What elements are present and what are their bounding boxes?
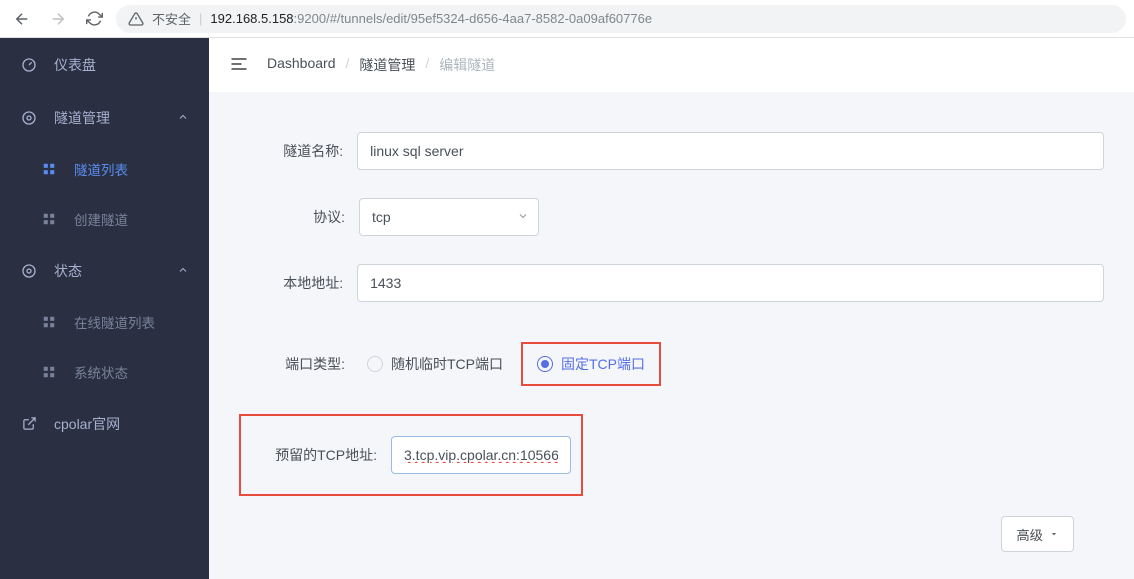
advanced-label: 高级 [1016, 525, 1043, 544]
radio-label: 随机临时TCP端口 [391, 354, 503, 374]
sidebar-item-tunnel-list[interactable]: 隧道列表 [0, 144, 209, 194]
breadcrumb: Dashboard / 隧道管理 / 编辑隧道 [267, 55, 495, 75]
radio-label: 固定TCP端口 [561, 354, 645, 374]
caret-down-icon [1049, 529, 1059, 539]
sidebar-item-label: 隧道列表 [74, 159, 128, 179]
forward-button[interactable] [44, 5, 72, 33]
local-addr-input[interactable] [357, 264, 1104, 302]
sidebar-item-system-status[interactable]: 系统状态 [0, 347, 209, 397]
sidebar-item-online-tunnels[interactable]: 在线隧道列表 [0, 297, 209, 347]
advanced-button[interactable]: 高级 [1001, 516, 1074, 552]
sidebar-item-create-tunnel[interactable]: 创建隧道 [0, 194, 209, 244]
port-type-fixed-radio[interactable]: 固定TCP端口 [529, 350, 653, 378]
sidebar-item-dashboard[interactable]: 仪表盘 [0, 38, 209, 91]
chevron-up-icon [177, 263, 189, 279]
sidebar-item-label: 仪表盘 [54, 55, 96, 75]
tunnel-name-input[interactable] [357, 132, 1104, 170]
insecure-label: 不安全 [152, 9, 191, 28]
breadcrumb-item[interactable]: 隧道管理 [359, 55, 415, 75]
grid-icon [40, 162, 58, 176]
port-type-random-radio[interactable]: 随机临时TCP端口 [359, 350, 511, 378]
url-path: :9200/#/tunnels/edit/95ef5324-d656-4aa7-… [294, 11, 653, 26]
topbar: Dashboard / 隧道管理 / 编辑隧道 [209, 38, 1134, 92]
protocol-select[interactable] [359, 198, 539, 236]
sidebar-item-label: 状态 [54, 261, 82, 281]
breadcrumb-item[interactable]: Dashboard [267, 55, 336, 75]
local-addr-label: 本地地址: [239, 273, 357, 293]
sidebar-item-label: 系统状态 [74, 362, 128, 382]
tunnel-icon [20, 110, 38, 126]
sidebar-item-label: 在线隧道列表 [74, 312, 155, 332]
main-content: Dashboard / 隧道管理 / 编辑隧道 隧道名称: 协议: [209, 38, 1134, 579]
grid-icon [40, 315, 58, 329]
chevron-up-icon [177, 110, 189, 126]
grid-icon [40, 212, 58, 226]
radio-unchecked-icon [367, 356, 383, 372]
url-host: 192.168.5.158 [210, 11, 293, 26]
sidebar: 仪表盘 隧道管理 隧道列表 创建隧道 状态 [0, 38, 209, 579]
sidebar-item-cpolar-site[interactable]: cpolar官网 [0, 397, 209, 450]
radio-checked-icon [537, 356, 553, 372]
url-bar[interactable]: 不安全 | 192.168.5.158:9200/#/tunnels/edit/… [116, 5, 1126, 33]
protocol-label: 协议: [239, 207, 359, 227]
tunnel-name-label: 隧道名称: [239, 141, 357, 161]
dashboard-icon [20, 57, 38, 73]
external-link-icon [20, 416, 38, 431]
sidebar-item-status[interactable]: 状态 [0, 244, 209, 297]
breadcrumb-current: 编辑隧道 [439, 55, 495, 75]
sidebar-item-label: 隧道管理 [54, 108, 110, 128]
back-button[interactable] [8, 5, 36, 33]
warning-icon [128, 11, 144, 27]
browser-bar: 不安全 | 192.168.5.158:9200/#/tunnels/edit/… [0, 0, 1134, 38]
menu-toggle-button[interactable] [229, 54, 249, 77]
reserved-tcp-input[interactable] [391, 436, 571, 474]
sidebar-item-tunnel-manage[interactable]: 隧道管理 [0, 91, 209, 144]
status-icon [20, 263, 38, 279]
sidebar-item-label: 创建隧道 [74, 209, 128, 229]
reserved-tcp-label: 预留的TCP地址: [243, 445, 391, 465]
grid-icon [40, 365, 58, 379]
reload-button[interactable] [80, 5, 108, 33]
port-type-label: 端口类型: [239, 354, 359, 374]
sidebar-item-label: cpolar官网 [54, 414, 120, 434]
